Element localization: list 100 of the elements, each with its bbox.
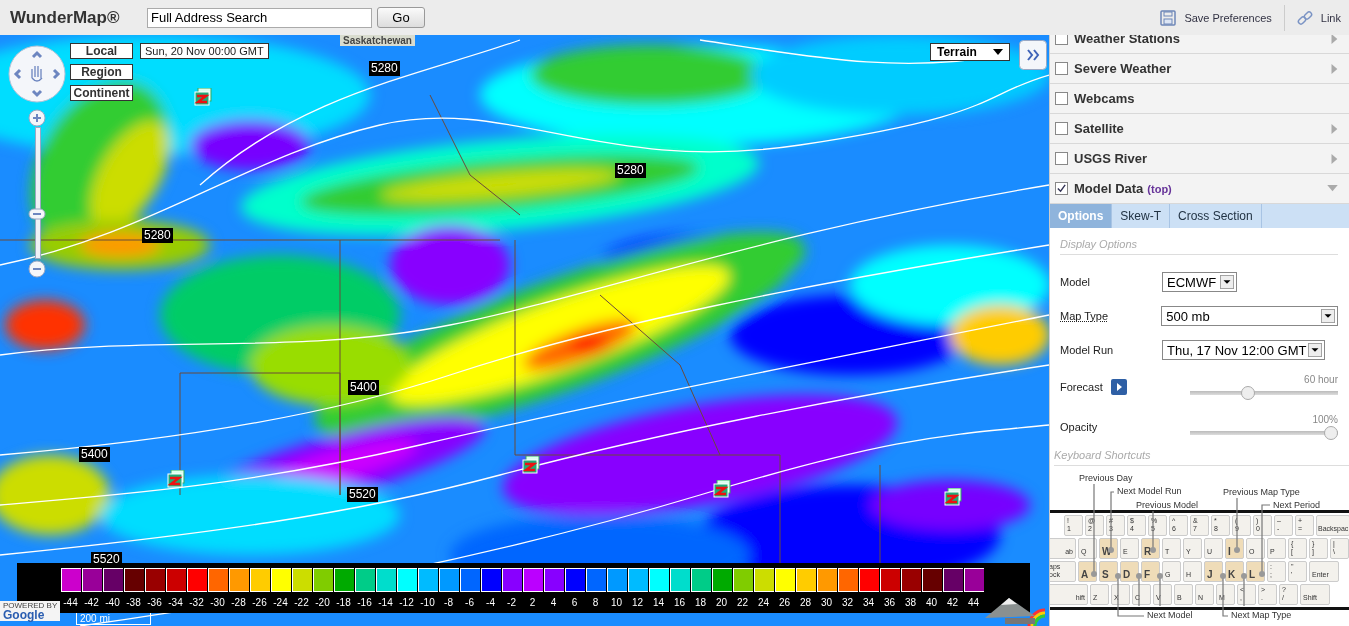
scale-value: 22 [736,597,749,608]
weather-station-icon[interactable] [522,456,540,474]
layer-name: Webcams [1074,91,1135,106]
scale-value: 34 [862,597,875,608]
field-label: Model Run [1060,344,1115,356]
expand-caret-icon[interactable] [1330,123,1338,134]
key-marker-dot [1220,573,1226,579]
scale-value: 6 [571,597,578,608]
slider-label: Forecast [1060,381,1103,393]
layer-note: (top) [1147,182,1172,195]
search-field[interactable]: Full Address Search [147,7,372,28]
select-field[interactable]: ECMWF [1162,272,1237,292]
scale-value: 14 [652,597,665,608]
scale-value: -4 [486,597,495,608]
key-marker-dot [1150,547,1156,553]
shortcut-callout: Previous Map Type [1222,487,1301,497]
layer-row[interactable]: Webcams [1050,84,1349,114]
section-heading: Display Options [1060,238,1338,255]
shortcut-callout: Previous Model [1135,500,1200,510]
contour-label: 5400 [348,380,379,395]
zoom-in-icon[interactable] [28,109,46,127]
scale-value: -28 [231,597,246,608]
expand-caret-icon[interactable] [1330,153,1338,164]
pan-control[interactable] [8,45,66,103]
scale-value: 16 [673,597,686,608]
layer-row[interactable]: Satellite [1050,114,1349,144]
scale-value: -24 [273,597,288,608]
select-field[interactable]: Thu, 17 Nov 12:00 GMT [1162,340,1325,360]
map-date-label: Sun, 20 Nov 00:00 GMT [140,43,269,59]
scale-value: 38 [904,597,917,608]
caret-icon [993,49,1003,55]
scale-value: 12 [631,597,644,608]
view-button[interactable]: Region [70,64,133,80]
slider-thumb[interactable] [1324,426,1338,440]
scale-value: 8 [592,597,599,608]
scale-value: 30 [820,597,833,608]
expand-caret-icon[interactable] [1330,63,1338,74]
slider-thumb[interactable] [1240,386,1255,400]
scale-value: 28 [799,597,812,608]
select-field[interactable]: 500 mb [1161,306,1338,326]
checkbox[interactable] [1055,182,1068,195]
slider-label: Opacity [1060,421,1098,433]
scale-value: -8 [444,597,453,608]
checkbox[interactable] [1055,152,1068,165]
map-place-label: Saskatchewan [340,35,415,46]
scale-value: -34 [168,597,183,608]
play-button-icon[interactable] [1110,379,1127,395]
layer-row[interactable]: USGS River [1050,144,1349,174]
collapse-panel-icon[interactable] [1019,40,1047,70]
contour-label: 5280 [615,163,646,178]
shortcut-callout: Next Model [1146,610,1194,620]
scale-value: -20 [315,597,330,608]
keyboard-key: J [1204,561,1223,582]
view-button[interactable]: Continent [70,85,133,101]
header-link[interactable]: Link [1320,11,1341,24]
scale-value: -16 [357,597,372,608]
layer-name: USGS River [1074,151,1147,166]
key-marker-dot [1157,573,1163,579]
weather-station-icon[interactable] [713,480,731,498]
chain-link-icon [1296,9,1313,26]
expand-caret-icon[interactable] [1330,35,1338,44]
key-marker-dot [1115,573,1121,579]
weather-station-icon[interactable] [167,470,185,488]
scale-value: -30 [210,597,225,608]
scale-value: -36 [147,597,162,608]
layer-row[interactable]: Severe Weather [1050,54,1349,84]
scale-value: -10 [420,597,435,608]
collapse-caret-icon[interactable] [1327,185,1338,192]
zoom-slider-handle[interactable] [28,208,46,220]
scale-value: 42 [946,597,959,608]
contour-label: 5280 [142,228,173,243]
map-type-dropdown[interactable]: Terrain [930,43,1010,61]
checkbox[interactable] [1055,92,1068,105]
checkbox[interactable] [1055,62,1068,75]
layer-name: Severe Weather [1074,61,1172,76]
scale-value: -6 [465,597,474,608]
zoom-out-icon[interactable] [28,260,46,278]
view-button[interactable]: Local [70,43,133,59]
go-button[interactable]: Go [377,7,425,28]
layer-name: Model Data [1074,181,1144,196]
contour-label: 5520 [347,487,378,502]
scale-value: 32 [841,597,854,608]
checkbox[interactable] [1055,35,1068,45]
scale-value: -26 [252,597,267,608]
scale-value: 20 [715,597,728,608]
shortcut-callout: Next Model Run [1116,486,1183,496]
header-link[interactable]: Save Preferences [1184,11,1272,24]
weather-station-icon[interactable] [944,488,962,506]
keyboard-key: F [1141,561,1160,582]
keyboard-key: D [1120,561,1139,582]
scale-value: -14 [378,597,393,608]
contour-label: 5280 [369,61,400,76]
scale-value: 44 [967,597,980,608]
field-label[interactable]: Map Type [1060,310,1162,322]
checkbox[interactable] [1055,122,1068,135]
scale-value: 18 [694,597,707,608]
scale-value: -32 [189,597,204,608]
scale-value: 24 [757,597,770,608]
weather-station-icon[interactable] [194,88,212,106]
app-logo: WunderMap® [10,7,121,28]
